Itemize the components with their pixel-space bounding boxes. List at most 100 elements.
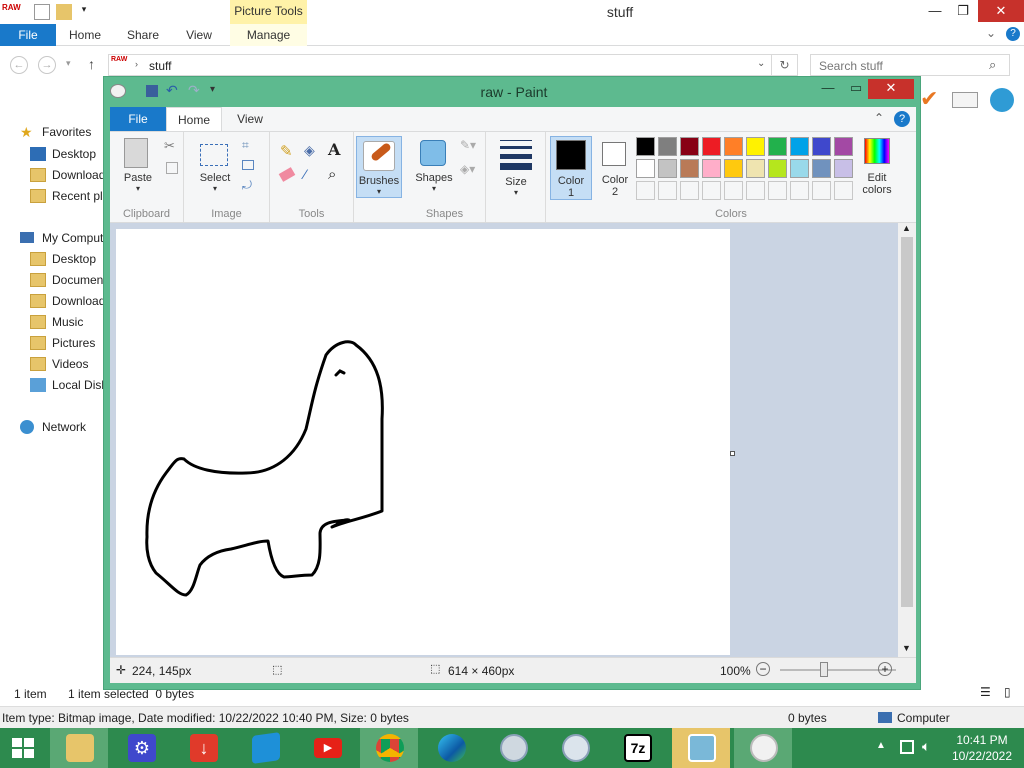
color1-button[interactable]: Color 1 [550, 136, 592, 200]
palette-swatch[interactable] [790, 181, 809, 200]
canvas-resize-handle[interactable] [730, 451, 735, 456]
scroll-down-icon[interactable]: ▼ [902, 643, 911, 653]
back-button[interactable]: ← [10, 56, 28, 74]
palette-swatch[interactable] [768, 181, 787, 200]
help-icon[interactable]: ? [1006, 27, 1020, 41]
paint-tab-file[interactable]: File [110, 107, 166, 131]
select-button[interactable]: Select ▾ [192, 136, 238, 198]
nav-computer-downloads[interactable]: Downloads [30, 291, 104, 311]
undo-icon[interactable]: ↶ [166, 82, 178, 99]
volume-icon[interactable]: 🔈︎ [922, 738, 930, 755]
palette-swatch[interactable] [680, 159, 699, 178]
system-clock[interactable]: 10:41 PM 10/22/2022 [944, 732, 1020, 764]
paste-button[interactable]: Paste ▾ [116, 136, 160, 198]
palette-swatch[interactable] [834, 137, 853, 156]
search-icon[interactable]: ⌕ [989, 57, 996, 73]
start-button[interactable] [0, 728, 46, 768]
customize-toolbar-icon[interactable]: ▾ [210, 84, 215, 95]
taskbar-7zip[interactable]: 7z [608, 728, 666, 768]
palette-swatch[interactable] [746, 181, 765, 200]
paint-help-icon[interactable]: ? [894, 111, 910, 127]
taskbar-file-explorer[interactable] [50, 728, 108, 768]
paint-tab-view[interactable]: View [222, 107, 278, 131]
nav-my-computer[interactable]: My Computer [20, 228, 104, 248]
palette-swatch[interactable] [790, 159, 809, 178]
maximize-button[interactable]: ❐ [944, 0, 982, 22]
palette-swatch[interactable] [724, 159, 743, 178]
palette-swatch[interactable] [636, 137, 655, 156]
crop-icon[interactable]: ⌗ [242, 138, 249, 153]
outline-icon[interactable]: ✎▾ [460, 138, 476, 152]
taskbar-edge[interactable] [422, 728, 480, 768]
magnifier-icon[interactable]: ⌕ [328, 166, 336, 183]
palette-swatch[interactable] [680, 181, 699, 200]
nav-network[interactable]: Network [20, 417, 104, 437]
resize-icon[interactable] [242, 160, 254, 170]
details-view-icon[interactable]: ☰ [980, 685, 991, 699]
palette-swatch[interactable] [746, 159, 765, 178]
taskbar-paint[interactable] [734, 728, 792, 768]
copy-icon[interactable] [166, 162, 178, 174]
tab-manage[interactable]: Manage [230, 24, 307, 46]
zoom-slider-thumb[interactable] [820, 662, 828, 677]
address-dropdown-icon[interactable]: ⌄ [757, 58, 765, 69]
nav-recent-places[interactable]: Recent places [30, 186, 104, 206]
taskbar-photo-viewer[interactable] [672, 728, 730, 768]
taskbar-windows-store[interactable] [236, 728, 294, 768]
nav-local-disk[interactable]: Local Disk [30, 375, 104, 395]
tab-home[interactable]: Home [60, 24, 110, 46]
size-button[interactable]: Size ▾ [494, 136, 538, 198]
nav-music[interactable]: Music [30, 312, 104, 332]
save-icon[interactable] [146, 85, 158, 97]
eraser-icon[interactable] [278, 167, 296, 182]
recent-locations-icon[interactable]: ▾ [66, 58, 71, 69]
color2-button[interactable]: Color 2 [594, 136, 636, 200]
scroll-up-icon[interactable]: ▲ [902, 223, 911, 233]
fill-shape-icon[interactable]: ◈▾ [460, 162, 475, 176]
brushes-button[interactable]: Brushes ▾ [356, 136, 402, 198]
paint-app-icon[interactable] [110, 84, 126, 98]
palette-swatch[interactable] [658, 159, 677, 178]
nav-downloads[interactable]: Downloads [30, 165, 104, 185]
palette-swatch[interactable] [636, 181, 655, 200]
scroll-thumb[interactable] [901, 237, 913, 607]
palette-swatch[interactable] [746, 137, 765, 156]
palette-swatch[interactable] [812, 159, 831, 178]
cut-icon[interactable]: ✂ [164, 138, 175, 154]
zoom-out-button[interactable]: − [756, 662, 770, 676]
nav-desktop[interactable]: Desktop [30, 144, 104, 164]
palette-swatch[interactable] [702, 159, 721, 178]
palette-swatch[interactable] [636, 159, 655, 178]
taskbar-download-manager[interactable]: ↓ [174, 728, 232, 768]
vertical-scrollbar[interactable]: ▲ ▼ [898, 223, 916, 657]
breadcrumb[interactable]: stuff [149, 59, 171, 73]
taskbar-youtube[interactable]: ▶ [298, 728, 356, 768]
palette-swatch[interactable] [680, 137, 699, 156]
palette-swatch[interactable] [768, 137, 787, 156]
text-icon[interactable]: A [328, 140, 340, 159]
palette-swatch[interactable] [768, 159, 787, 178]
ribbon-expand-icon[interactable]: ⌄ [986, 26, 996, 40]
paint-close-button[interactable]: ✕ [868, 79, 914, 99]
new-folder-icon[interactable] [56, 4, 72, 20]
nav-pictures[interactable]: Pictures [30, 333, 104, 353]
palette-swatch[interactable] [834, 159, 853, 178]
tab-share[interactable]: Share [118, 24, 168, 46]
close-button[interactable]: ✕ [978, 0, 1024, 22]
drawing-canvas[interactable] [116, 229, 730, 655]
shapes-button[interactable]: Shapes ▾ [412, 136, 456, 198]
search-input[interactable]: Search stuff ⌕ [810, 54, 1010, 76]
taskbar-optical-disc[interactable] [546, 728, 604, 768]
palette-swatch[interactable] [658, 181, 677, 200]
redo-icon[interactable]: ↷ [188, 82, 200, 99]
tab-file[interactable]: File [0, 24, 56, 46]
tab-view[interactable]: View [174, 24, 224, 46]
palette-swatch[interactable] [702, 181, 721, 200]
taskbar-chrome[interactable] [360, 728, 418, 768]
palette-swatch[interactable] [658, 137, 677, 156]
palette-swatch[interactable] [812, 181, 831, 200]
up-button[interactable]: ↑ [88, 56, 95, 72]
palette-swatch[interactable] [724, 137, 743, 156]
nav-computer-desktop[interactable]: Desktop [30, 249, 104, 269]
paint-minimize-button[interactable]: — [814, 79, 842, 99]
